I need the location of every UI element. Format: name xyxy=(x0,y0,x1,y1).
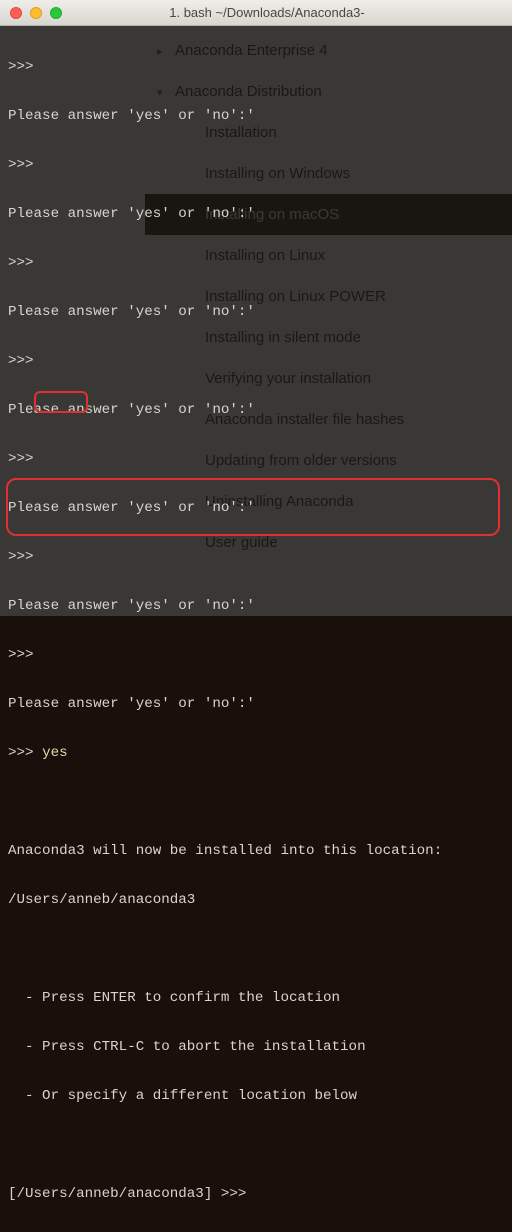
terminal-line: Please answer 'yes' or 'no':' xyxy=(8,594,504,619)
zoom-icon[interactable] xyxy=(50,7,62,19)
terminal-line: Please answer 'yes' or 'no':' xyxy=(8,202,504,227)
window-titlebar: 1. bash ~/Downloads/Anaconda3- xyxy=(0,0,512,26)
terminal-install-msg: Anaconda3 will now be installed into thi… xyxy=(8,839,504,864)
terminal-line: >>> xyxy=(8,153,504,178)
terminal-line: Please answer 'yes' or 'no':' xyxy=(8,104,504,129)
terminal-option-ctrlc: - Press CTRL-C to abort the installation xyxy=(8,1035,504,1060)
terminal-option-specify: - Or specify a different location below xyxy=(8,1084,504,1109)
terminal-line: >>> xyxy=(8,545,504,570)
terminal-line: >>> xyxy=(8,643,504,668)
traffic-lights xyxy=(0,7,62,19)
terminal-line: Please answer 'yes' or 'no':' xyxy=(8,496,504,521)
terminal-blank xyxy=(8,790,504,815)
terminal-confirm-prompt: [/Users/anneb/anaconda3] >>> xyxy=(8,1182,504,1207)
window-title: 1. bash ~/Downloads/Anaconda3- xyxy=(62,5,512,20)
terminal-blank xyxy=(8,937,504,962)
user-input-yes: yes xyxy=(42,745,68,761)
terminal-prefix-line: PREFIX=/Users/anneb/anaconda3 xyxy=(8,1231,504,1232)
terminal-line: Please answer 'yes' or 'no':' xyxy=(8,398,504,423)
terminal-line: >>> xyxy=(8,349,504,374)
close-icon[interactable] xyxy=(10,7,22,19)
terminal-line: >>> xyxy=(8,447,504,472)
terminal-input-line: >>> yes xyxy=(8,741,504,766)
terminal-line: Please answer 'yes' or 'no':' xyxy=(8,300,504,325)
terminal-window[interactable]: >>> Please answer 'yes' or 'no':' >>> Pl… xyxy=(0,26,512,616)
terminal-line: >>> xyxy=(8,55,504,80)
terminal-line: Please answer 'yes' or 'no':' xyxy=(8,692,504,717)
minimize-icon[interactable] xyxy=(30,7,42,19)
terminal-option-enter: - Press ENTER to confirm the location xyxy=(8,986,504,1011)
terminal-blank xyxy=(8,1133,504,1158)
terminal-line: >>> xyxy=(8,251,504,276)
terminal-install-path: /Users/anneb/anaconda3 xyxy=(8,888,504,913)
